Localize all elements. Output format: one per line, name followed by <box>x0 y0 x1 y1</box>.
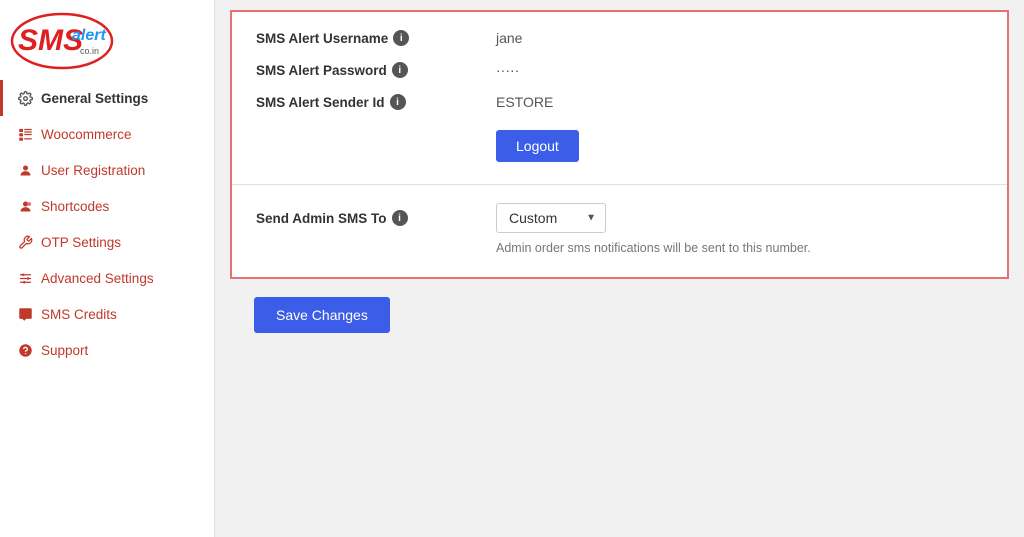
logo-svg: SMS alert co.in <box>10 12 115 70</box>
sidebar-item-support[interactable]: Support <box>0 332 214 368</box>
wrench-icon <box>17 234 33 250</box>
user-icon <box>17 162 33 178</box>
sidebar-item-otp-settings[interactable]: OTP Settings <box>0 224 214 260</box>
save-area: Save Changes <box>230 279 1009 351</box>
username-value: jane <box>496 30 522 46</box>
sidebar-item-user-registration[interactable]: User Registration <box>0 152 214 188</box>
sidebar-item-label-support: Support <box>41 343 88 358</box>
sidebar-item-shortcodes[interactable]: Shortcodes <box>0 188 214 224</box>
sidebar-item-general-settings[interactable]: General Settings <box>0 80 214 116</box>
senderid-value: ESTORE <box>496 94 553 110</box>
logout-button[interactable]: Logout <box>496 130 579 162</box>
sidebar-item-label-shortcodes: Shortcodes <box>41 199 109 214</box>
sidebar-item-label-advanced: Advanced Settings <box>41 271 154 286</box>
logo-area: SMS alert co.in <box>0 0 214 80</box>
senderid-row: SMS Alert Sender Id i ESTORE <box>256 94 983 110</box>
send-admin-section: Send Admin SMS To i Custom Admin Other ▼… <box>232 185 1007 277</box>
question-icon <box>17 342 33 358</box>
logout-row: Logout <box>256 126 983 162</box>
credentials-section: SMS Alert Username i jane SMS Alert Pass… <box>232 12 1007 185</box>
shortcode-icon <box>17 198 33 214</box>
sidebar-item-sms-credits[interactable]: SMS Credits <box>0 296 214 332</box>
save-changes-button[interactable]: Save Changes <box>254 297 390 333</box>
username-label: SMS Alert Username i <box>256 30 496 46</box>
password-info-icon[interactable]: i <box>392 62 408 78</box>
send-admin-label: Send Admin SMS To i <box>256 210 496 226</box>
sidebar: SMS alert co.in General Settings <box>0 0 215 537</box>
username-info-icon[interactable]: i <box>393 30 409 46</box>
senderid-label: SMS Alert Sender Id i <box>256 94 496 110</box>
svg-text:co.in: co.in <box>80 46 99 56</box>
send-admin-info-icon[interactable]: i <box>392 210 408 226</box>
send-admin-dropdown-wrapper: Custom Admin Other ▼ <box>496 203 606 233</box>
sidebar-item-label-general: General Settings <box>41 91 148 106</box>
admin-note: Admin order sms notifications will be se… <box>496 241 983 255</box>
sliders-icon <box>17 270 33 286</box>
sidebar-item-label-woo: Woocommerce <box>41 127 132 142</box>
send-admin-row: Send Admin SMS To i Custom Admin Other ▼ <box>256 203 983 233</box>
sidebar-item-advanced-settings[interactable]: Advanced Settings <box>0 260 214 296</box>
main-content: SMS Alert Username i jane SMS Alert Pass… <box>215 0 1024 537</box>
password-value: ····· <box>496 62 519 78</box>
content-box: SMS Alert Username i jane SMS Alert Pass… <box>230 10 1009 279</box>
senderid-info-icon[interactable]: i <box>390 94 406 110</box>
username-row: SMS Alert Username i jane <box>256 30 983 46</box>
gear-icon <box>17 90 33 106</box>
speech-bubble-icon <box>17 306 33 322</box>
password-row: SMS Alert Password i ····· <box>256 62 983 78</box>
sidebar-item-woocommerce[interactable]: Woocommerce <box>0 116 214 152</box>
send-admin-dropdown[interactable]: Custom Admin Other <box>496 203 606 233</box>
password-label: SMS Alert Password i <box>256 62 496 78</box>
sidebar-item-label-sms-credits: SMS Credits <box>41 307 117 322</box>
sidebar-item-label-user-reg: User Registration <box>41 163 145 178</box>
logo: SMS alert co.in <box>10 12 115 70</box>
svg-text:alert: alert <box>72 27 106 44</box>
sidebar-item-label-otp: OTP Settings <box>41 235 121 250</box>
list-icon <box>17 126 33 142</box>
